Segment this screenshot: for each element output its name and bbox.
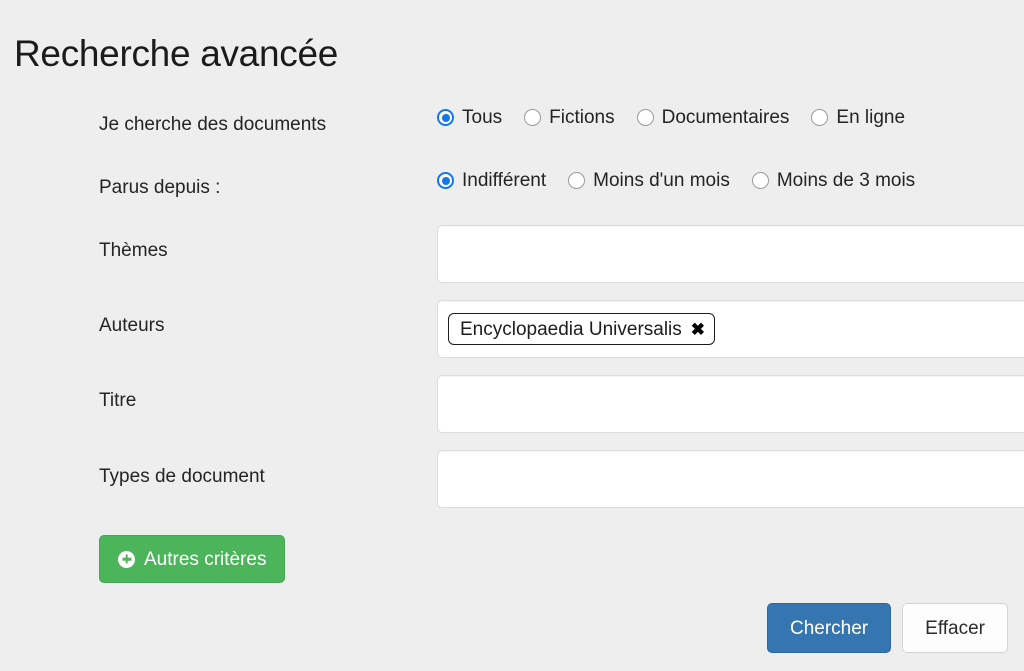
author-tag-label: Encyclopaedia Universalis: [460, 318, 682, 340]
label-document-type: Je cherche des documents: [99, 114, 327, 135]
radio-label-en-ligne: En ligne: [836, 107, 906, 128]
radio-label-moins-un-mois: Moins d'un mois: [593, 170, 730, 191]
radio-option-tous[interactable]: Tous: [437, 108, 502, 127]
radio-option-fictions[interactable]: Fictions: [524, 107, 615, 128]
radio-mark-moins-trois-mois: [751, 172, 769, 189]
label-published-since: Parus depuis :: [99, 177, 221, 198]
page-title: Recherche avancée: [14, 32, 338, 74]
radio-option-moins-un-mois[interactable]: Moins d'un mois: [568, 171, 730, 190]
form-actions: Chercher Effacer: [766, 603, 1008, 653]
radio-option-indifferent[interactable]: Indifférent: [437, 171, 546, 190]
more-criteria-label: Autres critères: [144, 548, 267, 570]
label-authors: Auteurs: [99, 315, 165, 336]
radio-label-tous: Tous: [462, 107, 503, 128]
radio-group-published-since: Indifférent Moins d'un mois Moins de 3 m…: [437, 171, 915, 190]
title-input[interactable]: [437, 375, 1024, 433]
search-button[interactable]: Chercher: [766, 603, 892, 653]
radio-mark-en-ligne: [811, 109, 829, 126]
author-tag-chip[interactable]: Encyclopaedia Universalis ✖: [448, 313, 716, 345]
document-types-input[interactable]: [437, 450, 1024, 508]
plus-circle-icon: [118, 550, 135, 568]
label-document-types: Types de document: [99, 466, 265, 487]
radio-mark-moins-un-mois: [568, 172, 586, 189]
authors-input[interactable]: Encyclopaedia Universalis ✖: [437, 300, 1024, 358]
more-criteria-button[interactable]: Autres critères: [99, 535, 286, 583]
radio-option-moins-trois-mois[interactable]: Moins de 3 mois: [751, 170, 916, 191]
clear-button[interactable]: Effacer: [902, 603, 1008, 653]
themes-input[interactable]: [437, 225, 1024, 283]
radio-label-moins-trois-mois: Moins de 3 mois: [776, 170, 916, 191]
radio-label-documentaires: Documentaires: [661, 107, 790, 128]
radio-mark-fictions: [524, 109, 542, 126]
radio-mark-documentaires: [636, 109, 654, 126]
radio-option-documentaires[interactable]: Documentaires: [636, 107, 790, 128]
remove-tag-icon[interactable]: ✖: [691, 321, 705, 338]
radio-mark-tous: [437, 109, 454, 126]
radio-label-fictions: Fictions: [549, 107, 615, 128]
radio-group-document-type: Tous Fictions Documentaires En ligne: [437, 108, 905, 127]
label-themes: Thèmes: [99, 240, 168, 261]
radio-mark-indifferent: [437, 172, 454, 189]
radio-option-en-ligne[interactable]: En ligne: [811, 108, 905, 127]
radio-label-indifferent: Indifférent: [462, 170, 547, 191]
label-title: Titre: [99, 390, 137, 411]
